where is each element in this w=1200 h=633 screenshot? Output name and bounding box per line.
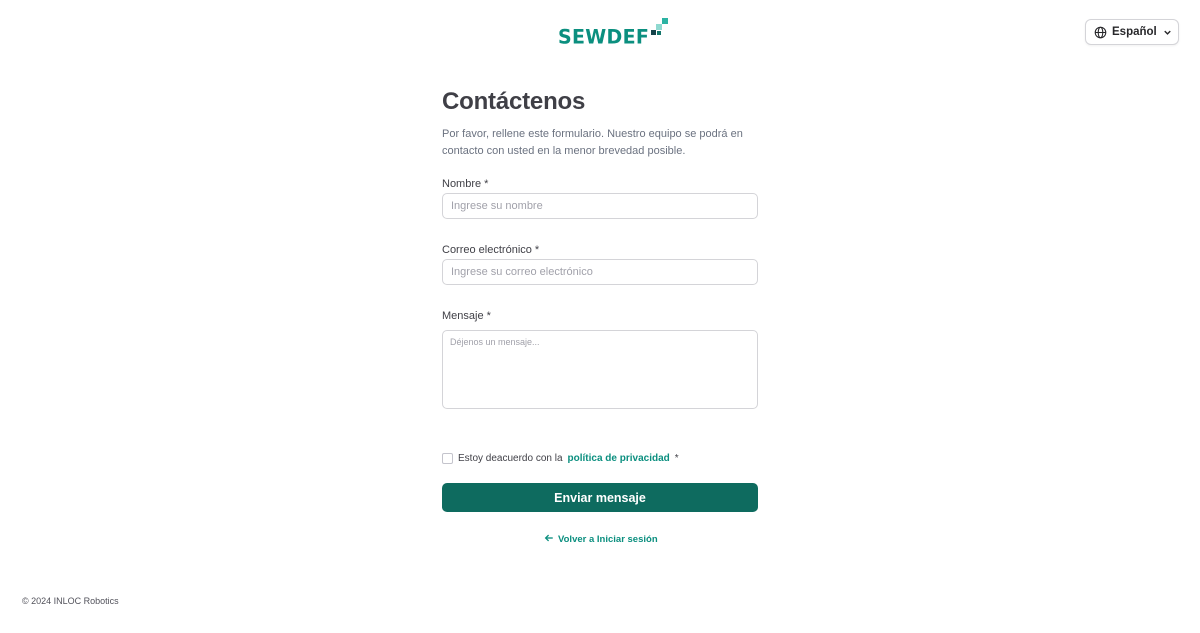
required-marker: * <box>674 453 679 464</box>
name-label: Nombre * <box>442 178 489 190</box>
back-label: Volver a Iniciar sesión <box>558 534 658 545</box>
arrow-left-icon <box>544 533 554 546</box>
privacy-agreement: Estoy deacuerdo con la política de priva… <box>442 453 679 464</box>
back-to-login-link[interactable]: Volver a Iniciar sesión <box>544 533 658 546</box>
submit-button[interactable]: Enviar mensaje <box>442 483 758 512</box>
email-label: Correo electrónico * <box>442 244 540 256</box>
globe-icon <box>1094 26 1107 39</box>
page-subtitle: Por favor, rellene este formulario. Nues… <box>442 128 743 157</box>
logo-text: SEWDEF <box>558 25 650 49</box>
privacy-policy-link[interactable]: política de privacidad <box>568 453 670 464</box>
brand-logo: SEWDEF <box>558 17 671 47</box>
page-title: Contáctenos <box>442 88 586 115</box>
name-input[interactable] <box>442 193 758 219</box>
language-label: Español <box>1112 26 1157 38</box>
message-label: Mensaje * <box>442 310 491 322</box>
language-selector[interactable]: Español <box>1085 19 1179 45</box>
email-input[interactable] <box>442 259 758 285</box>
logo-mark-icon <box>649 17 671 47</box>
message-textarea[interactable] <box>442 330 758 409</box>
agreement-text: Estoy deacuerdo con la <box>458 453 563 464</box>
footer-copyright: © 2024 INLOC Robotics <box>22 596 119 606</box>
privacy-checkbox[interactable] <box>442 453 453 464</box>
chevron-down-icon <box>1162 27 1173 38</box>
contact-form-header: Contáctenos Por favor, rellene este form… <box>442 86 758 159</box>
